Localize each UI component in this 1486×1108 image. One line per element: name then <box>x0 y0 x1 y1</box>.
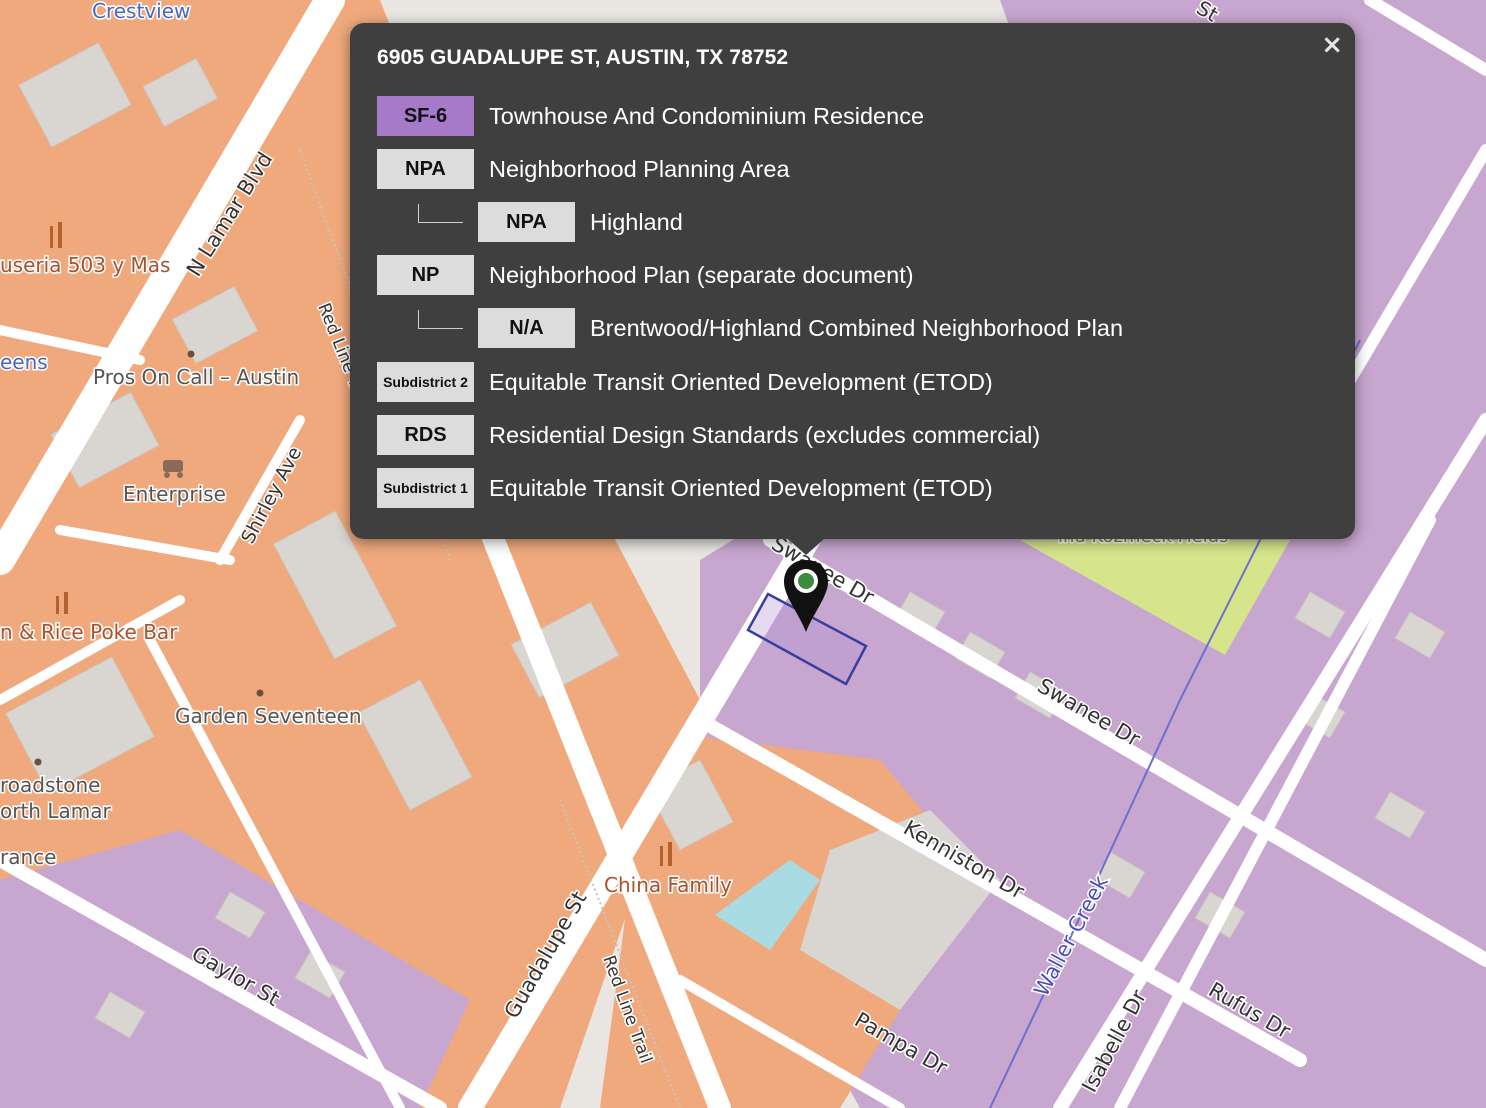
npa-sub-description: Highland <box>590 208 683 235</box>
zoning-badge[interactable]: SF-6 <box>377 96 474 136</box>
etod-subdistrict-2-badge[interactable]: Subdistrict 2 <box>377 362 474 402</box>
tree-connector <box>418 204 463 223</box>
place-label-roadstone: roadstone <box>0 773 100 797</box>
rds-description: Residential Design Standards (excludes c… <box>489 421 1041 448</box>
np-sub-row: N/A Brentwood/Highland Combined Neighbor… <box>478 308 1123 348</box>
popup-pointer <box>788 539 824 555</box>
place-label-pros-on-call: Pros On Call – Austin <box>93 365 299 389</box>
etod-subdistrict-2-description: Equitable Transit Oriented Development (… <box>489 368 993 395</box>
place-label-rance: rance <box>0 845 56 869</box>
rds-row: RDS Residential Design Standards (exclud… <box>377 415 1040 455</box>
place-label-useria: useria 503 y Mas <box>0 253 170 277</box>
zoning-row: SF-6 Townhouse And Condominium Residence <box>377 96 924 136</box>
place-label-crestview: Crestview <box>92 0 190 23</box>
place-label-orth-lamar: orth Lamar <box>0 799 111 823</box>
np-sub-badge[interactable]: N/A <box>478 308 575 348</box>
popup-address-title: 6905 GUADALUPE ST, AUSTIN, TX 78752 <box>377 46 789 69</box>
place-label-china-family: China Family <box>604 873 732 897</box>
zoning-description: Townhouse And Condominium Residence <box>489 102 925 129</box>
npa-sub-badge[interactable]: NPA <box>478 202 575 242</box>
place-label-eens: eens <box>0 350 48 374</box>
place-label-enterprise: Enterprise <box>123 482 226 506</box>
place-label-garden-seventeen: Garden Seventeen <box>175 704 362 728</box>
place-label-poke-bar: n & Rice Poke Bar <box>0 620 178 644</box>
np-sub-description: Brentwood/Highland Combined Neighborhood… <box>590 314 1124 341</box>
np-description: Neighborhood Plan (separate document) <box>489 261 914 288</box>
close-icon[interactable]: × <box>1321 31 1343 59</box>
np-badge[interactable]: NP <box>377 255 474 295</box>
parcel-info-popup: 6905 GUADALUPE ST, AUSTIN, TX 78752 × SF… <box>350 23 1355 555</box>
np-row: NP Neighborhood Plan (separate document) <box>377 255 914 295</box>
etod-subdistrict-1-row: Subdistrict 1 Equitable Transit Oriented… <box>377 468 993 508</box>
tree-connector <box>418 310 463 329</box>
etod-subdistrict-1-badge[interactable]: Subdistrict 1 <box>377 468 474 508</box>
npa-badge[interactable]: NPA <box>377 149 474 189</box>
etod-subdistrict-2-row: Subdistrict 2 Equitable Transit Oriented… <box>377 362 993 402</box>
rds-badge[interactable]: RDS <box>377 415 474 455</box>
npa-sub-row: NPA Highland <box>478 202 683 242</box>
npa-description: Neighborhood Planning Area <box>489 155 790 182</box>
npa-row: NPA Neighborhood Planning Area <box>377 149 790 189</box>
etod-subdistrict-1-description: Equitable Transit Oriented Development (… <box>489 474 993 501</box>
